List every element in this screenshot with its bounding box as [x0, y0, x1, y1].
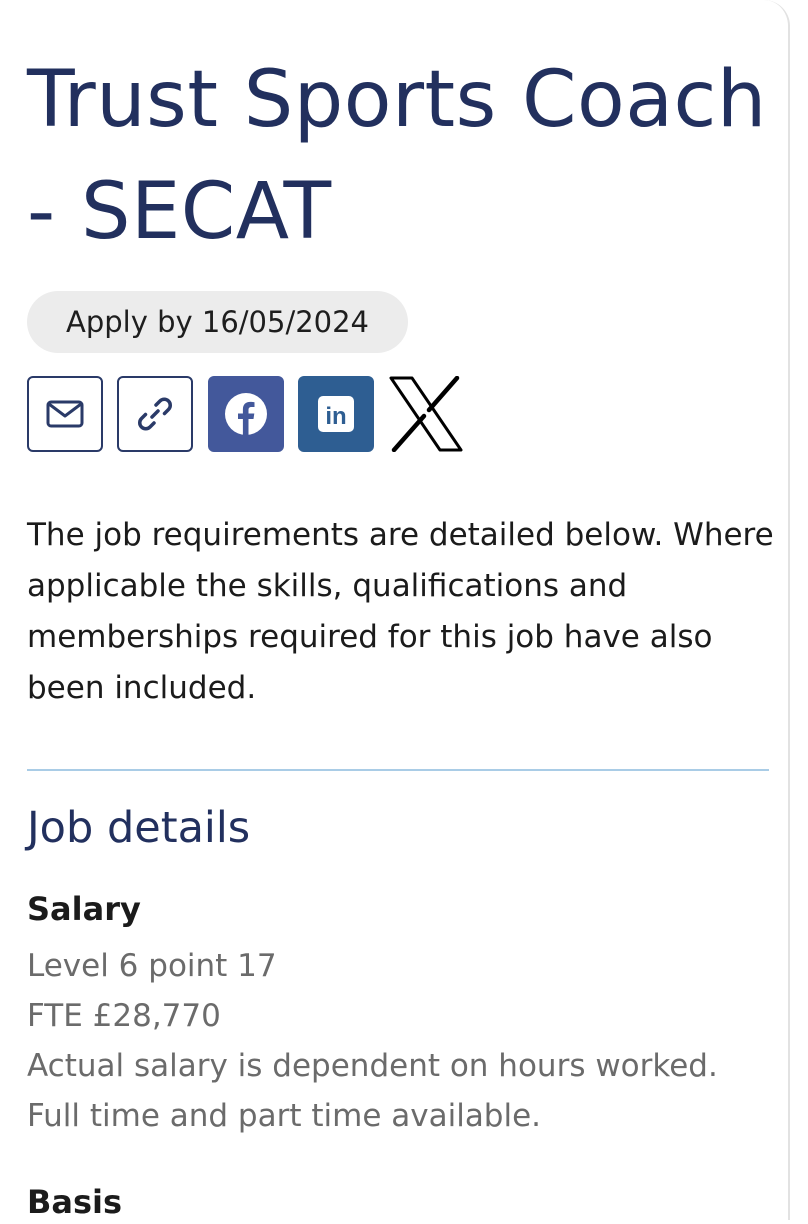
salary-label: Salary [27, 890, 141, 928]
basis-label: Basis [27, 1183, 123, 1221]
salary-note: Actual salary is dependent on hours work… [27, 1048, 718, 1084]
envelope-icon [46, 400, 84, 428]
x-logo-icon [389, 376, 463, 452]
share-linkedin-button[interactable]: in [298, 376, 374, 452]
job-details-heading: Job details [27, 803, 251, 853]
salary-details: Level 6 point 17 FTE £28,770 Actual sala… [27, 941, 797, 1141]
linkedin-icon: in [318, 396, 354, 432]
link-icon [138, 397, 172, 431]
apply-by-badge: Apply by 16/05/2024 [27, 291, 408, 353]
share-facebook-button[interactable] [208, 376, 284, 452]
job-title: Trust Sports Coach - SECAT [27, 55, 767, 257]
section-divider [27, 769, 769, 771]
share-x-button[interactable] [388, 376, 464, 452]
linkedin-text: in [325, 403, 346, 430]
share-email-button[interactable] [27, 376, 103, 452]
facebook-icon [225, 393, 267, 435]
salary-level: Level 6 point 17 [27, 948, 277, 984]
copy-link-button[interactable] [117, 376, 193, 452]
salary-fte: FTE £28,770 [27, 998, 221, 1034]
intro-text: The job requirements are detailed below.… [27, 517, 774, 706]
salary-availability: Full time and part time available. [27, 1098, 542, 1134]
